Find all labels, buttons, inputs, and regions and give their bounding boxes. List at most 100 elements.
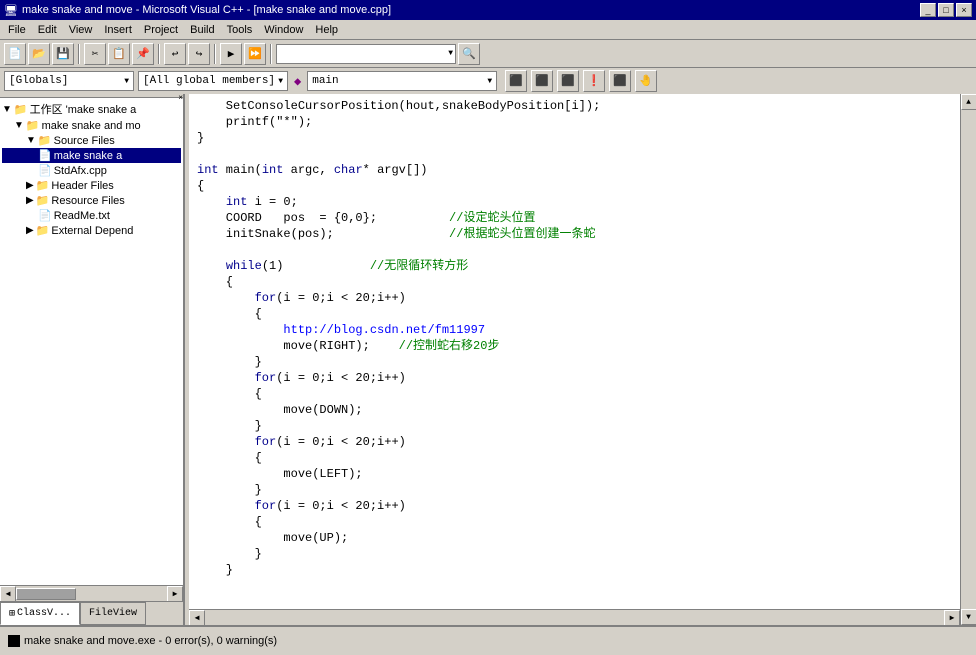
project-tree[interactable]: ▼ 📁 工作区 'make snake a ▼ 📁 make snake and…: [0, 98, 183, 585]
project-expand-icon: ▼: [14, 120, 24, 131]
title-bar: 🖥 make snake and move - Microsoft Visual…: [0, 0, 976, 20]
code-scroll-track-v[interactable]: [962, 110, 976, 609]
nav-btn5[interactable]: ⬛: [609, 70, 631, 92]
header-folder-icon: 📁: [36, 179, 50, 192]
resource-expand-icon: ▶: [26, 195, 34, 206]
separator-2: [158, 44, 160, 64]
build2-button[interactable]: ⏩: [244, 43, 266, 65]
title-text: make snake and move - Microsoft Visual C…: [22, 4, 920, 16]
function-combo[interactable]: main ▼: [307, 71, 497, 91]
main-cpp-icon: 📄: [38, 149, 52, 162]
tree-readme[interactable]: 📄 ReadMe.txt: [2, 208, 181, 223]
nav-btn2[interactable]: ⬛: [531, 70, 553, 92]
menu-insert[interactable]: Insert: [98, 22, 138, 38]
menu-window[interactable]: Window: [258, 22, 309, 38]
menu-project[interactable]: Project: [138, 22, 184, 38]
workspace-label: 工作区 'make snake a: [30, 101, 137, 117]
tree-header-files[interactable]: ▶ 📁 Header Files: [2, 178, 181, 193]
minimize-button[interactable]: _: [920, 3, 936, 17]
project-folder-icon: 📁: [26, 119, 40, 132]
maximize-button[interactable]: □: [938, 3, 954, 17]
undo-button[interactable]: ↩: [164, 43, 186, 65]
menu-edit[interactable]: Edit: [32, 22, 63, 38]
resource-label: Resource Files: [51, 195, 124, 207]
main-cpp-label: make snake a: [54, 150, 122, 162]
source-folder-icon: 📁: [38, 134, 52, 147]
search-arrow[interactable]: ▼: [448, 49, 453, 58]
tree-source-files[interactable]: ▼ 📁 Source Files: [2, 133, 181, 148]
left-panel: × ▼ 📁 工作区 'make snake a ▼ 📁 make snake a…: [0, 94, 185, 625]
readme-label: ReadMe.txt: [54, 210, 110, 222]
stdafx-icon: 📄: [38, 164, 52, 177]
search-combo[interactable]: ▼: [276, 44, 456, 64]
tree-resource-files[interactable]: ▶ 📁 Resource Files: [2, 193, 181, 208]
code-scrollbar-v[interactable]: ▲ ▼: [960, 94, 976, 625]
left-scroll-left[interactable]: ◀: [0, 586, 16, 602]
build-button[interactable]: ▶: [220, 43, 242, 65]
scope-label: [Globals]: [9, 75, 68, 87]
fileview-label: FileView: [89, 608, 137, 619]
separator-4: [270, 44, 272, 64]
resource-folder-icon: 📁: [36, 194, 50, 207]
left-panel-scrollbar[interactable]: ◀ ▶: [0, 585, 183, 601]
menu-file[interactable]: File: [2, 22, 32, 38]
cut-button[interactable]: ✂: [84, 43, 106, 65]
external-folder-icon: 📁: [36, 224, 50, 237]
copy-button[interactable]: 📋: [108, 43, 130, 65]
code-content: SetConsoleCursorPosition(hout,snakeBodyP…: [197, 98, 952, 578]
header-label: Header Files: [51, 180, 113, 192]
workspace-folder-icon: 📁: [14, 103, 28, 116]
tree-external[interactable]: ▶ 📁 External Depend: [2, 223, 181, 238]
function-label: main: [312, 75, 338, 87]
scope-arrow[interactable]: ▼: [124, 77, 129, 86]
members-label: [All global members]: [143, 75, 275, 87]
code-editor[interactable]: SetConsoleCursorPosition(hout,snakeBodyP…: [189, 94, 960, 609]
redo-button[interactable]: ↪: [188, 43, 210, 65]
scope-combo[interactable]: [Globals] ▼: [4, 71, 134, 91]
tree-workspace[interactable]: ▼ 📁 工作区 'make snake a: [2, 100, 181, 118]
content-area: × ▼ 📁 工作区 'make snake a ▼ 📁 make snake a…: [0, 94, 976, 625]
classview-label: ClassV...: [17, 608, 71, 619]
members-combo[interactable]: [All global members] ▼: [138, 71, 288, 91]
menu-view[interactable]: View: [63, 22, 99, 38]
left-scroll-right[interactable]: ▶: [167, 586, 183, 602]
function-arrow[interactable]: ▼: [487, 77, 492, 86]
tab-classview[interactable]: ⊞ ClassV...: [0, 602, 80, 625]
code-scroll-left[interactable]: ◀: [189, 610, 205, 626]
separator-1: [78, 44, 80, 64]
left-scroll-track[interactable]: [16, 588, 167, 600]
menu-tools[interactable]: Tools: [221, 22, 259, 38]
new-button[interactable]: 📄: [4, 43, 26, 65]
code-scroll-track-h[interactable]: [205, 612, 944, 624]
dot-icon: ◆: [294, 74, 301, 89]
external-expand-icon: ▶: [26, 225, 34, 236]
members-arrow[interactable]: ▼: [278, 77, 283, 86]
separator-3: [214, 44, 216, 64]
paste-button[interactable]: 📌: [132, 43, 154, 65]
source-label: Source Files: [54, 135, 115, 147]
tree-project[interactable]: ▼ 📁 make snake and mo: [2, 118, 181, 133]
nav-btn3[interactable]: ⬛: [557, 70, 579, 92]
header-expand-icon: ▶: [26, 180, 34, 191]
tree-main-cpp[interactable]: 📄 make snake a: [2, 148, 181, 163]
code-scrollbar-h[interactable]: ◀ ▶: [189, 609, 960, 625]
open-button[interactable]: 📂: [28, 43, 50, 65]
nav-btn1[interactable]: ⬛: [505, 70, 527, 92]
left-scroll-thumb[interactable]: [16, 588, 76, 600]
tab-fileview[interactable]: FileView: [80, 602, 146, 625]
search-button[interactable]: 🔍: [458, 43, 480, 65]
nav-btn6[interactable]: 🤚: [635, 70, 657, 92]
code-scroll-right[interactable]: ▶: [944, 610, 960, 626]
workspace-expand-icon: ▼: [2, 104, 12, 115]
code-scroll-up[interactable]: ▲: [961, 94, 976, 110]
code-scroll-down[interactable]: ▼: [961, 609, 976, 625]
close-button[interactable]: ×: [956, 3, 972, 17]
tree-stdafx[interactable]: 📄 StdAfx.cpp: [2, 163, 181, 178]
nav-btn4[interactable]: ❗: [583, 70, 605, 92]
menu-build[interactable]: Build: [184, 22, 220, 38]
save-button[interactable]: 💾: [52, 43, 74, 65]
menu-help[interactable]: Help: [309, 22, 344, 38]
panel-close[interactable]: ×: [178, 94, 183, 97]
project-label: make snake and mo: [42, 120, 141, 132]
selector-bar: [Globals] ▼ [All global members] ▼ ◆ mai…: [0, 68, 976, 94]
